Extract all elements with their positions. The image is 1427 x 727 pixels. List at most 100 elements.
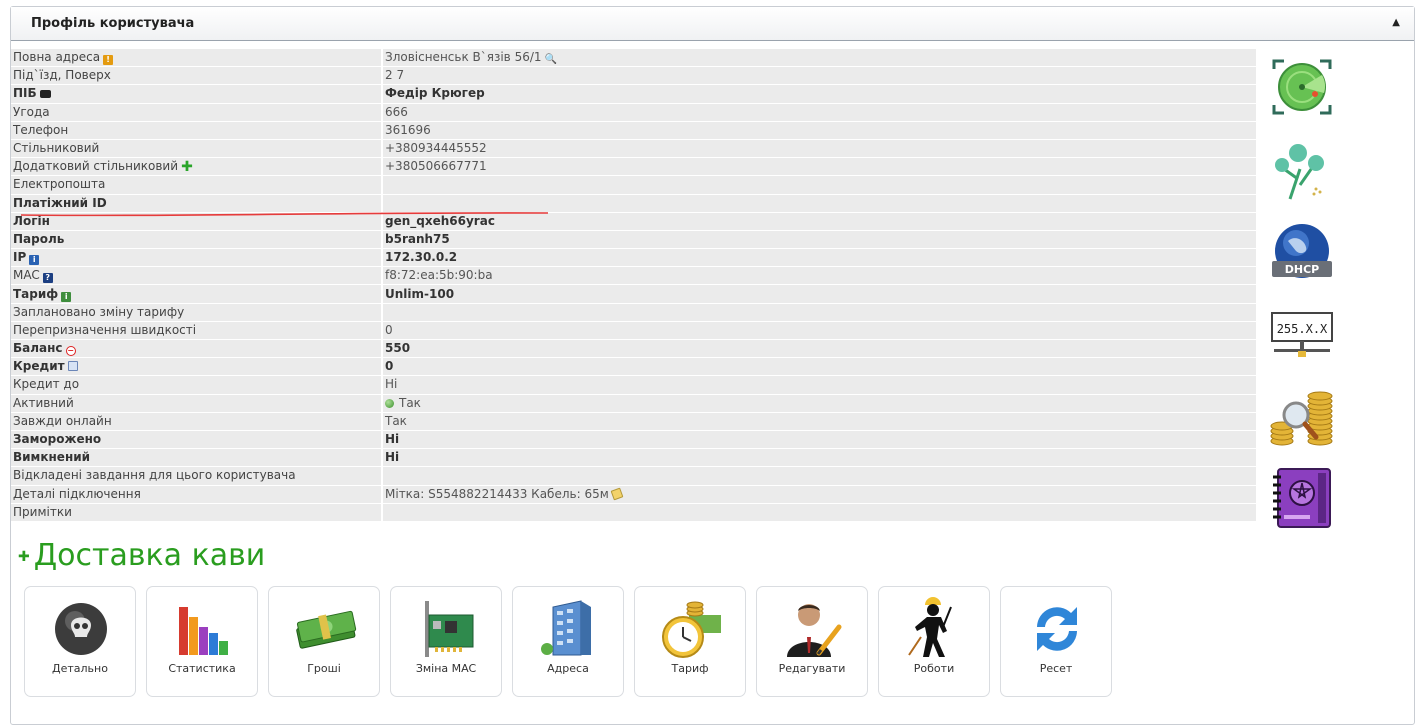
info-row: Відкладені завдання для цього користувач… [11,467,1256,486]
user-info-table: Повна адреса! Зловісненськ В`язів 56/1 🔍 Пі… [11,49,1256,522]
info-row-label: Завжди онлайн [11,412,383,431]
row-label-text: Перепризначення швидкості [13,322,197,337]
bar-chart-icon [179,607,228,655]
info-row: Пароль b5ranh75 [11,230,1256,250]
row-value-text: 550 [385,341,411,356]
info-row-value: 0 [383,358,1256,377]
info-row: Активний Так [11,394,1256,413]
row-label-text: Додатковий стільниковий [13,159,178,174]
row-label-text: Вимкнений [13,450,91,465]
info-row-value [383,176,1256,195]
info-row: Під`їзд, Поверх 2 7 [11,67,1256,86]
info-row-value: Unlim-100 [383,285,1256,304]
info-row-label: Тариф i [11,285,383,304]
network-card-icon [425,601,474,657]
info-row: Перепризначення швидкості 0 [11,321,1256,340]
refresh-icon [1037,607,1077,651]
row-value-text: 361696 [385,122,431,137]
row-value-text: Так [399,395,421,410]
row-value-text: 2 7 [385,68,405,83]
user-edit-icon [787,604,842,657]
info-row: Примітки [11,503,1256,522]
netmask-icon[interactable]: 255.X.X [1270,307,1334,371]
row-label-text: ПІБ [13,86,37,101]
tile-money-button[interactable]: Гроші [268,586,380,697]
info-row: Кредит до Ні [11,376,1256,395]
info-row-label: Заплановано зміну тарифу [11,303,383,322]
info-row-label: Повна адреса! [11,49,383,68]
calendar-icon[interactable] [67,361,78,372]
camera-icon[interactable] [39,90,51,99]
row-value-text: +380934445552 [385,141,487,156]
search-icon[interactable]: 🔍 [545,55,557,65]
collapse-icon[interactable]: ▲ [1392,17,1400,28]
minus-circle-icon[interactable]: − [65,346,76,357]
row-label-text: Під`їзд, Поверх [13,68,111,83]
radar-icon[interactable] [1270,55,1334,119]
tile-edit-button[interactable]: Редагувати [756,586,868,697]
purple-book-icon[interactable] [1270,467,1334,531]
row-label-text: Відкладені завдання для цього користувач… [13,468,296,483]
info-row-value: Ні [383,430,1256,450]
tariff-info-icon[interactable]: i [61,291,72,302]
info-row: Стільниковий +380934445552 [11,139,1256,159]
dhcp-globe-icon[interactable]: DHCP [1270,221,1334,285]
info-row: Платіжний ID [11,194,1256,213]
info-row-label: Електропошта [11,176,383,195]
plus-icon[interactable]: ✚ [181,160,193,174]
info-row-value: Ні [383,449,1256,468]
info-icon[interactable]: i [29,255,40,266]
row-label-text: Завжди онлайн [13,413,112,428]
info-row-value [383,194,1256,213]
help-icon[interactable]: ? [42,273,53,284]
tile-label: Ресет [1039,662,1073,675]
row-label-text: Електропошта [13,177,106,192]
panel-header[interactable]: Профіль користувача ▲ [11,7,1414,41]
clock-coins-icon [662,601,721,658]
info-row-label: Стільниковий [11,139,383,159]
info-row-value: +380934445552 [383,139,1256,159]
row-value-text: b5ranh75 [385,231,450,246]
plants-icon[interactable] [1270,139,1334,203]
tile-statistics-button[interactable]: Статистика [146,586,258,697]
tile-details-button[interactable]: Детально [24,586,136,697]
info-row-value: 361696 [383,121,1256,140]
tile-change-mac-button[interactable]: Зміна MAC [390,586,502,697]
info-row-label: IP i [11,249,383,268]
info-row-label: Додатковий стільниковий ✚ [11,158,383,177]
info-row-label: Пароль [11,230,383,250]
row-label-text: MAC [13,268,40,283]
tile-label: Тариф [671,662,709,675]
info-row-value [383,467,1256,486]
tile-label: Статистика [168,662,236,675]
warning-icon: ! [103,55,114,66]
row-label-text: Стільниковий [13,141,100,156]
row-value-text: Зловісненськ В`язів 56/1 [385,50,542,65]
info-row: Заплановано зміну тарифу [11,303,1256,322]
info-row-label: Платіжний ID [11,194,383,213]
row-label-text: Заморожено [13,432,102,447]
info-row-label: Кредит [11,358,383,377]
info-row-label: Активний [11,394,383,413]
row-label-text: Тариф [13,286,59,301]
info-row-value: 172.30.0.2 [383,249,1256,268]
row-value-text: Так [385,413,407,428]
info-row-value [383,503,1256,522]
coins-search-icon[interactable] [1270,383,1334,447]
section-title: ✚ Доставка кави [18,538,265,573]
info-row-label: MAC? [11,267,383,286]
worker-icon [908,597,952,657]
tile-works-button[interactable]: Роботи [878,586,990,697]
info-row-label: Деталі підключення [11,485,383,504]
add-section-icon[interactable]: ✚ [18,549,30,565]
tag-icon[interactable] [610,487,624,501]
info-row: Повна адреса! Зловісненськ В`язів 56/1 🔍 [11,49,1256,68]
row-label-text: Пароль [13,231,65,246]
tile-reset-button[interactable]: Ресет [1000,586,1112,697]
tile-address-button[interactable]: Адреса [512,586,624,697]
row-value-text: Ні [385,377,398,392]
row-value-text: f8:72:ea:5b:90:ba [385,268,493,283]
row-label-text: Платіжний ID [13,195,107,210]
tile-tariff-button[interactable]: Тариф [634,586,746,697]
money-icon [296,610,357,649]
